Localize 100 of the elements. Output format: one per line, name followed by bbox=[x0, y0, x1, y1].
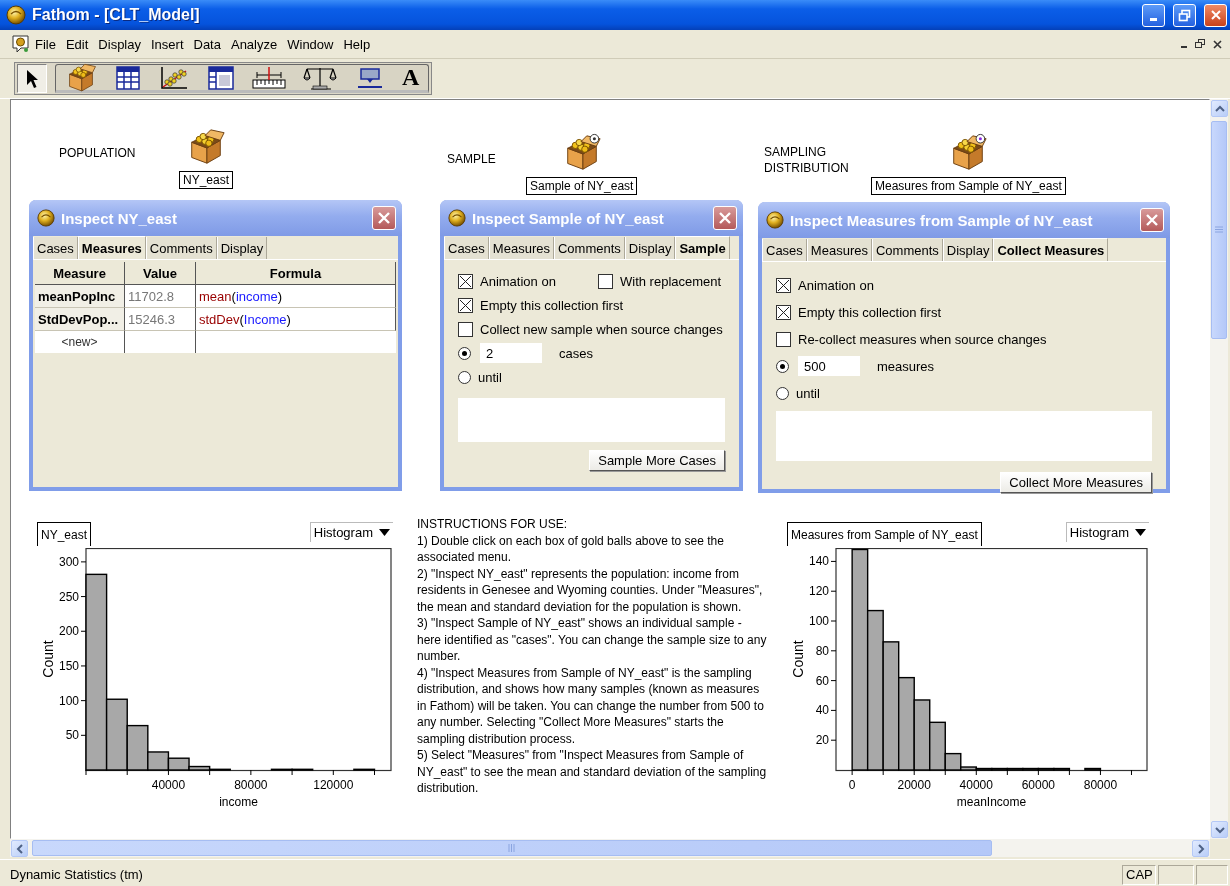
ruler-icon bbox=[251, 65, 286, 90]
menu-item[interactable]: Insert bbox=[146, 34, 189, 54]
axis-tick-label: 0 bbox=[848, 778, 856, 792]
unit-label: cases bbox=[559, 345, 593, 361]
tool-button[interactable] bbox=[17, 64, 47, 93]
close-button[interactable] bbox=[713, 206, 737, 230]
close-button[interactable] bbox=[372, 206, 396, 230]
scroll-arrow-button[interactable] bbox=[1211, 100, 1228, 117]
menu-item[interactable]: File bbox=[30, 34, 61, 54]
checkbox[interactable] bbox=[776, 304, 791, 320]
tab[interactable]: Measures bbox=[806, 239, 872, 261]
ball-icon bbox=[766, 211, 784, 229]
close-icon bbox=[1145, 213, 1159, 227]
axis-tick-label: 80000 bbox=[1083, 778, 1118, 792]
checkbox[interactable] bbox=[776, 331, 791, 347]
menu-item[interactable]: Display bbox=[93, 34, 146, 54]
status-panel bbox=[1196, 864, 1228, 885]
input-field[interactable] bbox=[458, 398, 725, 442]
plot-type-dropdown[interactable]: Histogram bbox=[1065, 522, 1149, 542]
menu-item[interactable]: Window bbox=[282, 34, 339, 54]
new-measure-cell[interactable]: <new> bbox=[35, 331, 125, 353]
axis-tick-label: 250 bbox=[58, 589, 79, 604]
grip-icon bbox=[1215, 226, 1223, 234]
graph-title: Measures from Sample of NY_east bbox=[787, 522, 982, 546]
tab[interactable]: Cases bbox=[444, 237, 489, 259]
tab[interactable]: Measures bbox=[77, 236, 146, 259]
tab[interactable]: Collect Measures bbox=[993, 238, 1109, 261]
x-mark-icon bbox=[777, 305, 790, 319]
text-tool-button[interactable]: A bbox=[399, 63, 422, 92]
scroll-thumb[interactable] bbox=[1211, 121, 1227, 339]
checkbox-label: Empty this collection first bbox=[798, 304, 942, 320]
tab[interactable]: Measures bbox=[488, 237, 554, 259]
table-icon bbox=[114, 64, 142, 91]
plot-type-dropdown[interactable]: Histogram bbox=[309, 522, 393, 542]
pointer-icon bbox=[24, 68, 40, 89]
table-cell: 15246.3 bbox=[125, 308, 196, 331]
status-text: Dynamic Statistics (tm) bbox=[10, 867, 144, 882]
close-icon bbox=[718, 211, 732, 225]
table-cell bbox=[125, 331, 196, 353]
action-button[interactable]: Collect More Measures bbox=[1000, 472, 1152, 493]
tab[interactable]: Cases bbox=[762, 239, 807, 261]
checkbox[interactable] bbox=[458, 297, 473, 313]
tab[interactable]: Display bbox=[942, 239, 994, 261]
radio-button[interactable] bbox=[776, 386, 789, 400]
caret-icon bbox=[379, 529, 390, 536]
menu-item[interactable]: Analyze bbox=[225, 34, 283, 54]
tab[interactable]: Comments bbox=[553, 237, 625, 259]
checkbox-label: Collect new sample when source changes bbox=[480, 321, 723, 337]
menu-item[interactable]: Data bbox=[188, 34, 226, 54]
minimize-icon bbox=[1150, 17, 1157, 21]
tab[interactable]: Sample bbox=[675, 236, 730, 259]
number-field[interactable]: 2 bbox=[480, 343, 542, 363]
formula-cell[interactable]: stdDev(Income) bbox=[196, 308, 396, 331]
table-cell[interactable]: meanPopInc bbox=[35, 285, 125, 308]
tab[interactable]: Display bbox=[216, 237, 268, 259]
radio-button[interactable] bbox=[458, 346, 471, 360]
x-mark-icon bbox=[777, 278, 790, 292]
tab[interactable]: Display bbox=[624, 237, 676, 259]
radio-button[interactable] bbox=[458, 370, 471, 384]
scatter-plot-icon bbox=[159, 64, 190, 91]
tab[interactable]: Comments bbox=[145, 237, 217, 259]
scroll-arrow-button[interactable] bbox=[11, 840, 28, 857]
histogram-bar bbox=[1084, 767, 1102, 771]
tab[interactable]: Comments bbox=[871, 239, 943, 261]
axis-title: Count bbox=[790, 640, 806, 678]
checkbox[interactable] bbox=[458, 273, 473, 289]
axis-tick-label: 20000 bbox=[897, 778, 931, 792]
input-field[interactable] bbox=[776, 411, 1152, 461]
action-button[interactable]: Sample More Cases bbox=[589, 450, 725, 471]
collection-name[interactable]: Measures from Sample of NY_east bbox=[871, 177, 1066, 195]
checkbox-label: Animation on bbox=[480, 273, 556, 289]
restore-button[interactable] bbox=[1173, 3, 1196, 27]
summary-table-icon bbox=[206, 64, 235, 91]
checkbox[interactable] bbox=[598, 273, 613, 289]
radio-button[interactable] bbox=[776, 359, 789, 373]
instruction-text: 3) "Inspect Sample of NY_east" shows an individual sample - here identified as "cases". You can change the sample size to any number. bbox=[417, 615, 768, 665]
collection-name[interactable]: NY_east bbox=[179, 171, 234, 189]
scroll-thumb[interactable] bbox=[32, 840, 992, 856]
close-button[interactable] bbox=[1140, 208, 1164, 232]
tab[interactable]: Cases bbox=[33, 237, 78, 259]
axis-tick-label: 80 bbox=[815, 643, 829, 658]
table-cell: 11702.8 bbox=[125, 285, 196, 308]
checkbox[interactable] bbox=[776, 277, 791, 293]
menu-item[interactable]: Edit bbox=[60, 34, 94, 54]
close-button[interactable] bbox=[1204, 3, 1227, 27]
scroll-arrow-button[interactable] bbox=[1211, 821, 1228, 838]
menu-item[interactable]: Help bbox=[338, 34, 376, 54]
number-field[interactable]: 500 bbox=[798, 356, 860, 376]
checkbox-label: Empty this collection first bbox=[480, 297, 624, 313]
minimize-button[interactable] bbox=[1142, 3, 1165, 27]
checkbox[interactable] bbox=[458, 321, 473, 337]
column-header: Value bbox=[125, 262, 196, 285]
collection-name[interactable]: Sample of NY_east bbox=[526, 177, 638, 195]
ball-icon bbox=[37, 209, 55, 227]
scroll-arrow-button[interactable] bbox=[1192, 840, 1209, 857]
formula-cell[interactable]: mean(income) bbox=[196, 285, 396, 308]
axis-tick-label: 100 bbox=[58, 693, 79, 708]
table-cell[interactable]: StdDevPop... bbox=[35, 308, 125, 331]
restore-icon bbox=[1178, 8, 1191, 22]
graph-title: NY_east bbox=[37, 522, 92, 546]
